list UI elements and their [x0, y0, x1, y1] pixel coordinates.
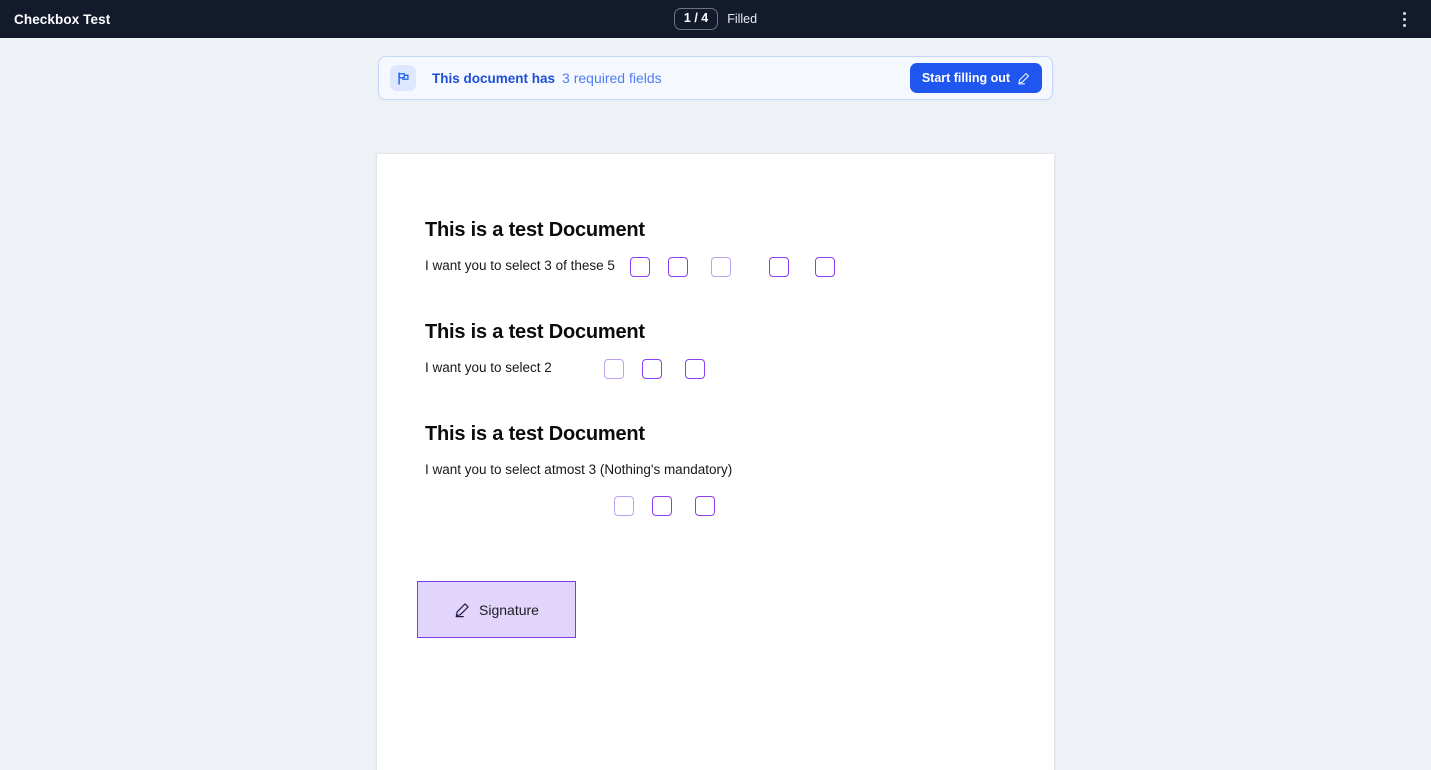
checkbox-field[interactable] — [711, 257, 731, 277]
checkbox-field[interactable] — [642, 359, 662, 379]
start-filling-out-button[interactable]: Start filling out — [909, 63, 1042, 93]
checkbox-field[interactable] — [685, 359, 705, 379]
section-row: I want you to select atmost 3 (Nothing's… — [425, 462, 732, 477]
section-instruction: I want you to select atmost 3 (Nothing's… — [425, 462, 733, 477]
section-heading: This is a test Document — [425, 423, 645, 445]
section-heading: This is a test Document — [425, 219, 645, 241]
signature-field[interactable]: Signature — [417, 581, 576, 638]
required-fields-count: 3 required fields — [562, 70, 662, 86]
required-fields-banner: This document has 3 required fields Star… — [378, 56, 1053, 100]
flag-icon — [390, 65, 416, 91]
section-row: I want you to select 3 of these 5 — [425, 258, 615, 273]
banner-message: This document has 3 required fields — [432, 70, 662, 86]
start-filling-out-label: Start filling out — [921, 71, 1010, 85]
document-page: This is a test Document I want you to se… — [377, 154, 1054, 770]
pen-icon — [1017, 72, 1030, 85]
fill-status-label: Filled — [727, 11, 758, 26]
checkbox-field[interactable] — [668, 257, 688, 277]
section-instruction: I want you to select 2 — [425, 360, 552, 375]
pen-icon — [454, 602, 470, 618]
signature-label: Signature — [479, 601, 539, 618]
document-title: Checkbox Test — [14, 11, 111, 27]
document-column: This document has 3 required fields Star… — [377, 38, 1054, 770]
header-actions — [1391, 6, 1417, 32]
kebab-menu-icon[interactable] — [1391, 6, 1417, 32]
checkbox-field[interactable] — [815, 257, 835, 277]
section-instruction: I want you to select 3 of these 5 — [425, 258, 615, 273]
checkbox-field[interactable] — [652, 496, 672, 516]
banner-message-prefix: This document has — [432, 71, 556, 86]
page-navigation: 1 / 4 Filled — [0, 0, 1431, 38]
checkbox-field[interactable] — [630, 257, 650, 277]
section-row: I want you to select 2 — [425, 360, 552, 375]
checkbox-field[interactable] — [695, 496, 715, 516]
document-viewport: This document has 3 required fields Star… — [0, 38, 1431, 770]
section-heading: This is a test Document — [425, 321, 645, 343]
checkbox-field[interactable] — [614, 496, 634, 516]
page-indicator[interactable]: 1 / 4 — [673, 8, 719, 30]
checkbox-field[interactable] — [604, 359, 624, 379]
checkbox-field[interactable] — [769, 257, 789, 277]
app-header: Checkbox Test 1 / 4 Filled — [0, 0, 1431, 38]
